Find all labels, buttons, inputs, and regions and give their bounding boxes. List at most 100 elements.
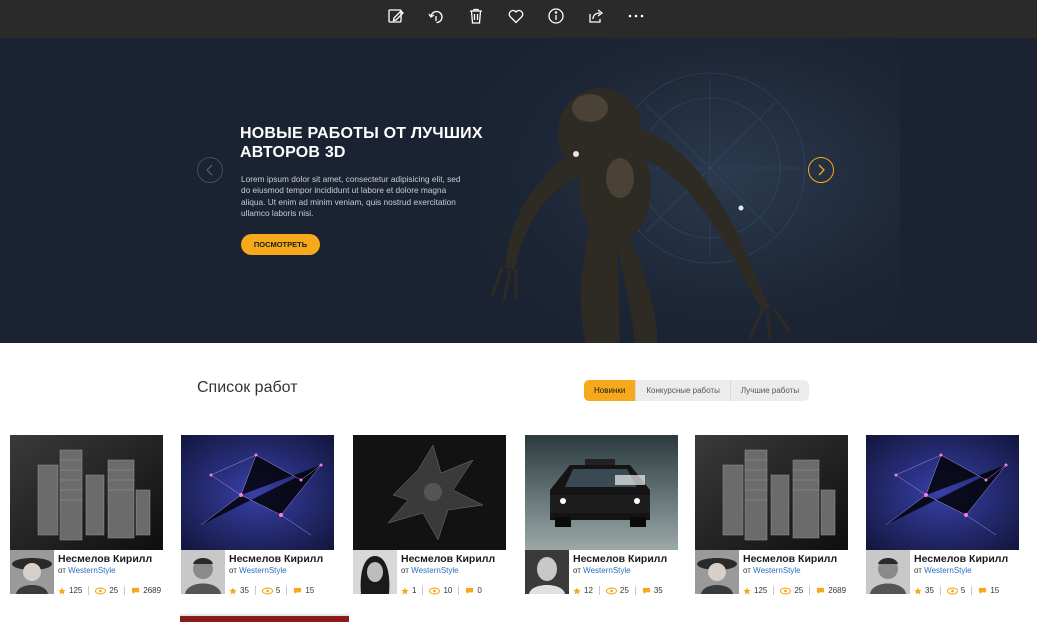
author-name[interactable]: Несмелов Кирилл (401, 553, 495, 565)
eye-icon (95, 587, 107, 594)
work-thumbnail[interactable] (181, 435, 334, 550)
comments-stat: 2689 (131, 586, 161, 595)
view-button[interactable]: ПОСМОТРЕТЬ (241, 234, 320, 255)
work-card[interactable]: Несмелов Кирилл от WesternStyle 1 10 0 (353, 435, 506, 600)
avatar[interactable] (353, 550, 397, 594)
stat-divider (809, 586, 811, 595)
by-label: от (58, 566, 66, 575)
comment-icon (294, 587, 302, 594)
views-stat: 5 (261, 586, 280, 595)
previous-slide-button[interactable] (197, 157, 223, 183)
work-stats: 35 5 15 (229, 586, 314, 595)
author-group: от WesternStyle (229, 566, 287, 575)
star-icon (229, 586, 237, 594)
work-card[interactable]: Несмелов Кирилл от WesternStyle 12 25 35 (525, 435, 678, 600)
hero-text-line: aliqua. Ut enim ad minim veniam, quis no… (241, 196, 456, 207)
rotate-button[interactable] (423, 3, 449, 29)
stat-divider (422, 586, 424, 595)
work-card[interactable]: Несмелов Кирилл от WesternStyle 35 5 15 (866, 435, 1019, 600)
stat-divider (254, 586, 256, 595)
share-button[interactable] (583, 3, 609, 29)
group-link[interactable]: WesternStyle (68, 566, 115, 575)
by-label: от (229, 566, 237, 575)
star-icon (914, 586, 922, 594)
rating-value: 35 (925, 586, 934, 595)
author-name[interactable]: Несмелов Кирилл (914, 553, 1008, 565)
author-group: от WesternStyle (743, 566, 801, 575)
views-value: 25 (619, 586, 629, 595)
comments-stat: 15 (978, 586, 999, 595)
views-stat: 25 (605, 586, 629, 595)
work-thumbnail[interactable] (695, 435, 848, 550)
work-stats: 125 25 2689 (743, 586, 846, 595)
views-stat: 25 (95, 586, 118, 595)
rating-stat: 125 (743, 586, 767, 595)
comments-stat: 2689 (816, 586, 846, 595)
work-card[interactable]: Несмелов Кирилл от WesternStyle 35 5 15 (181, 435, 334, 600)
hero-description: Lorem ipsum dolor sit amet, consectetur … (241, 174, 471, 219)
comments-value: 2689 (143, 586, 162, 595)
hero-text-line: ullamco laboris nisi. (241, 207, 314, 218)
share-icon (589, 9, 604, 23)
favorite-button[interactable] (503, 3, 529, 29)
rotate-icon (428, 10, 443, 24)
by-label: от (401, 566, 409, 575)
comments-stat: 15 (293, 586, 314, 595)
avatar[interactable] (695, 550, 739, 594)
comments-value: 15 (305, 586, 315, 595)
work-card[interactable]: Несмелов Кирилл от WesternStyle 125 25 2689 (10, 435, 163, 600)
group-link[interactable]: WesternStyle (924, 566, 971, 575)
avatar[interactable] (10, 550, 54, 594)
rating-value: 12 (584, 586, 593, 595)
rating-value: 125 (69, 586, 83, 595)
views-value: 10 (443, 586, 453, 595)
avatar[interactable] (866, 550, 910, 594)
tab-best[interactable]: Лучшие работы (731, 380, 809, 401)
rating-stat: 125 (58, 586, 82, 595)
group-link[interactable]: WesternStyle (411, 566, 458, 575)
author-name[interactable]: Несмелов Кирилл (743, 553, 837, 565)
avatar[interactable] (525, 550, 569, 594)
by-label: от (743, 566, 751, 575)
chevron-left-icon (206, 164, 213, 176)
views-stat: 10 (429, 586, 452, 595)
group-link[interactable]: WesternStyle (753, 566, 800, 575)
edit-image-button[interactable] (383, 3, 409, 29)
hero-banner: НОВЫЕ РАБОТЫ ОТ ЛУЧШИХ АВТОРОВ 3D Lorem … (0, 38, 1037, 343)
views-value: 25 (109, 586, 119, 595)
stat-divider (88, 586, 90, 595)
author-name[interactable]: Несмелов Кирилл (229, 553, 323, 565)
work-thumbnail[interactable] (525, 435, 678, 550)
next-row-card-peek (180, 614, 349, 622)
next-slide-button[interactable] (808, 157, 834, 183)
chevron-right-icon (818, 164, 825, 176)
stat-divider (971, 586, 973, 595)
work-thumbnail[interactable] (353, 435, 506, 550)
eye-icon (261, 587, 273, 594)
group-link[interactable]: WesternStyle (583, 566, 630, 575)
author-name[interactable]: Несмелов Кирилл (58, 553, 152, 565)
work-stats: 12 25 35 (573, 586, 663, 595)
more-button[interactable] (623, 3, 649, 29)
monster-illustration (490, 72, 806, 343)
stat-divider (124, 586, 126, 595)
info-button[interactable] (543, 3, 569, 29)
tab-contest[interactable]: Конкурсные работы (636, 380, 731, 401)
stat-divider (458, 586, 460, 595)
work-thumbnail[interactable] (10, 435, 163, 550)
avatar[interactable] (181, 550, 225, 594)
work-stats: 125 25 2689 (58, 586, 161, 595)
by-label: от (914, 566, 922, 575)
author-name[interactable]: Несмелов Кирилл (573, 553, 667, 565)
stat-divider (939, 586, 941, 595)
group-link[interactable]: WesternStyle (239, 566, 286, 575)
work-card[interactable]: Несмелов Кирилл от WesternStyle 125 25 2689 (695, 435, 848, 600)
hero-title-line: НОВЫЕ РАБОТЫ ОТ ЛУЧШИХ (240, 125, 483, 142)
work-thumbnail[interactable] (866, 435, 1019, 550)
delete-button[interactable] (463, 3, 489, 29)
work-stats: 1 10 0 (401, 586, 482, 595)
tab-new[interactable]: Новинки (584, 380, 637, 401)
comments-value: 0 (477, 586, 482, 595)
edit-icon (388, 9, 404, 23)
comment-icon (817, 587, 825, 594)
